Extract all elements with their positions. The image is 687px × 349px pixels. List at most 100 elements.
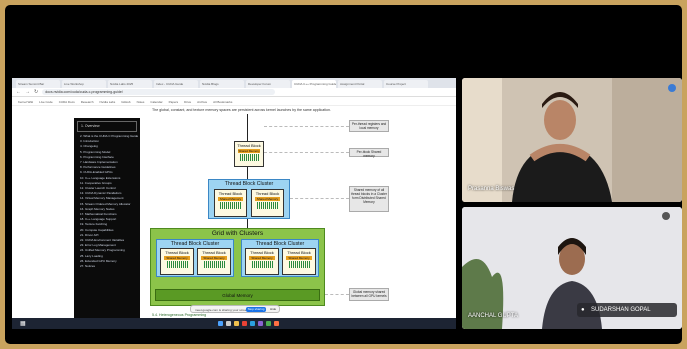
browser-tab[interactable]: Developer Forum xyxy=(246,80,290,88)
taskbar: ▦ xyxy=(12,318,456,329)
label-cluster-shared: Shared memory of all thread blocks in a … xyxy=(349,186,389,212)
thread-block-cluster: Thread Block Cluster Thread Block Shared… xyxy=(156,239,234,277)
back-icon[interactable]: ← xyxy=(16,89,21,95)
participant-name: AANCHAL GUPTA xyxy=(468,313,519,319)
thread-block: Thread Block Shared Memory xyxy=(251,189,284,217)
threads xyxy=(215,202,246,209)
participant-video-1[interactable]: Prasanna Biswas xyxy=(462,78,682,202)
thread-block-cluster: Thread Block Cluster Thread Block Shared… xyxy=(208,179,290,219)
leader-line xyxy=(264,152,349,153)
thread-block-title: Thread Block xyxy=(218,191,243,196)
bookmark[interactable]: Drive xyxy=(184,100,191,104)
thread-block: Thread Block Shared Memory xyxy=(282,248,316,275)
sidebar-current-item[interactable]: 1. Overview xyxy=(77,121,137,132)
docs-sidebar: 1. Overview 2. What is the CUDA C Progra… xyxy=(74,118,140,318)
bookmark[interactable]: Research xyxy=(81,100,94,104)
hide-button[interactable]: Hide xyxy=(270,307,276,311)
bookmark[interactable]: CUDA Docs xyxy=(59,100,75,104)
mic-off-icon: ● xyxy=(581,307,585,313)
global-memory: Global Memory xyxy=(155,289,320,301)
bookmark[interactable]: Nvidia Labs xyxy=(100,100,116,104)
bookmark[interactable]: Notes xyxy=(137,100,145,104)
thread-block-cluster: Thread Block Cluster Thread Block Shared… xyxy=(241,239,319,277)
taskbar-icons xyxy=(218,321,279,326)
mic-icon xyxy=(662,212,670,220)
presenter-chip[interactable]: SUDARSHAN GOPAL ● xyxy=(577,303,677,317)
label-global: Global memory shared between all GPU ker… xyxy=(349,288,389,301)
bookmark[interactable]: Papers xyxy=(169,100,179,104)
intro-text: The global, constant, and texture memory… xyxy=(152,108,331,112)
address-bar: ← → ↻ docs.nvidia.com/cuda/cuda-c-progra… xyxy=(12,88,456,97)
bookmark[interactable]: Calendar xyxy=(150,100,162,104)
app-icon[interactable] xyxy=(274,321,279,326)
browser-tab[interactable]: Nvidia Labs 2025 xyxy=(108,80,152,88)
share-text: meet.google.com is sharing your screen. xyxy=(195,308,250,312)
sidebar-item[interactable]: 27. Notices xyxy=(74,264,140,269)
threads xyxy=(252,202,283,209)
threads xyxy=(198,261,230,268)
thread-block: Thread Block Shared Memory xyxy=(160,248,194,275)
forward-icon[interactable]: → xyxy=(25,89,30,95)
browser-tab[interactable]: Stream Summit Bar xyxy=(16,80,60,88)
browser-tab[interactable]: Course Project xyxy=(384,80,428,88)
shared-memory: Shared Memory xyxy=(201,256,227,260)
thread-block: Thread Block Shared Memory xyxy=(214,189,247,217)
shared-memory: Shared Memory xyxy=(164,256,190,260)
cluster-title: Thread Block Cluster xyxy=(255,241,305,247)
browser-tab[interactable]: Live Workshop xyxy=(62,80,106,88)
thread-block: Thread Block Shared Memory xyxy=(234,141,264,167)
leader-line xyxy=(290,198,349,199)
browser-tab-active[interactable]: CUDA C++ Programming Guide xyxy=(292,80,336,88)
bookmark[interactable]: Kernel Wiki xyxy=(18,100,33,104)
threads xyxy=(246,261,278,268)
bookmark[interactable]: Archive xyxy=(197,100,207,104)
shared-memory: Shared Memory xyxy=(255,197,280,201)
sidebar-list: 2. What is the CUDA C Programming Guide 3… xyxy=(74,134,140,269)
cluster-title: Thread Block Cluster xyxy=(170,241,220,247)
threads xyxy=(283,261,315,268)
cluster-title: Thread Block Cluster xyxy=(224,181,274,187)
person-silhouette-icon xyxy=(462,78,682,202)
grid-with-clusters: Grid with Clusters Thread Block Cluster … xyxy=(150,228,325,306)
participant-name: Prasanna Biswas xyxy=(468,186,515,192)
bookmarks-bar: Kernel Wiki Live Code CUDA Docs Research… xyxy=(12,98,456,106)
threads xyxy=(235,154,263,161)
browser-tab[interactable]: Assignment Portal xyxy=(338,80,382,88)
shared-memory: Shared Memory xyxy=(286,256,312,260)
app-icon[interactable] xyxy=(266,321,271,326)
docs-content: The global, constant, and texture memory… xyxy=(142,106,456,320)
windows-start-icon[interactable]: ▦ xyxy=(20,320,26,327)
files-icon[interactable] xyxy=(234,321,239,326)
store-icon[interactable] xyxy=(258,321,263,326)
thread-block: Thread Block Shared Memory xyxy=(197,248,231,275)
start-icon[interactable] xyxy=(218,321,223,326)
thread-block-title: Thread Block xyxy=(250,250,274,255)
bookmark[interactable]: All Bookmarks xyxy=(213,100,232,104)
thread-block-title: Thread Block xyxy=(165,250,189,255)
bookmark[interactable]: GitHub xyxy=(121,100,130,104)
thread-block-title: Thread Block xyxy=(255,191,280,196)
audio-indicator-icon xyxy=(668,84,676,92)
chrome-icon[interactable] xyxy=(242,321,247,326)
shared-screen: Stream Summit Bar Live Workshop Nvidia L… xyxy=(12,78,456,329)
thread-block: Thread Block Shared Memory xyxy=(245,248,279,275)
browser-tab-bar: Stream Summit Bar Live Workshop Nvidia L… xyxy=(12,78,456,88)
label-per-thread: Per-thread registers and local memory xyxy=(349,120,389,132)
browser-tab[interactable]: Nvidia Blogs xyxy=(200,80,244,88)
screen-share-banner: meet.google.com is sharing your screen. xyxy=(190,305,280,313)
thread-block-title: Thread Block xyxy=(237,143,261,148)
leader-line xyxy=(325,294,349,295)
reload-icon[interactable]: ↻ xyxy=(34,89,38,95)
leader-line xyxy=(264,126,349,127)
search-icon[interactable] xyxy=(226,321,231,326)
bookmark[interactable]: Live Code xyxy=(39,100,53,104)
grid-title: Grid with Clusters xyxy=(211,230,264,237)
browser-tab[interactable]: Index - CUDA Guide xyxy=(154,80,198,88)
edge-icon[interactable] xyxy=(250,321,255,326)
thread-block-title: Thread Block xyxy=(202,250,226,255)
threads xyxy=(161,261,193,268)
shared-memory: Shared Memory xyxy=(249,256,275,260)
url-field[interactable]: docs.nvidia.com/cuda/cuda-c-programming-… xyxy=(42,89,276,95)
shared-memory: Shared Memory xyxy=(218,197,243,201)
stop-sharing-button[interactable]: Stop sharing xyxy=(246,307,266,312)
